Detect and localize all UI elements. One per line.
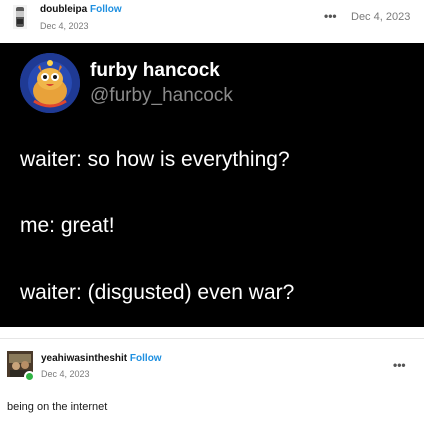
divider bbox=[0, 338, 424, 339]
furby-icon bbox=[20, 53, 80, 113]
can-avatar-image bbox=[13, 5, 27, 29]
post-header: doubleipa Follow Dec 4, 2023 ••• Dec 4, … bbox=[0, 0, 424, 43]
post-caption: being on the internet bbox=[7, 401, 108, 413]
post-header: yeahiwasintheshit Follow Dec 4, 2023 ••• bbox=[0, 345, 424, 385]
avatar[interactable] bbox=[13, 5, 27, 29]
tweet-author-handle: @furby_hancock bbox=[90, 85, 233, 106]
post-username[interactable]: doubleipa Follow bbox=[40, 4, 122, 15]
ellipsis-icon[interactable]: ••• bbox=[324, 10, 337, 22]
username-text[interactable]: doubleipa bbox=[40, 4, 87, 15]
tweet-line: waiter: (disgusted) even war? bbox=[20, 281, 295, 304]
post-date: Dec 4, 2023 bbox=[41, 369, 90, 379]
ellipsis-icon[interactable]: ••• bbox=[393, 359, 406, 371]
post-date: Dec 4, 2023 bbox=[40, 21, 89, 31]
username-text[interactable]: yeahiwasintheshit bbox=[41, 353, 127, 364]
tweet-author-name: furby hancock bbox=[90, 60, 220, 81]
right-date: Dec 4, 2023 bbox=[351, 11, 411, 23]
post-username[interactable]: yeahiwasintheshit Follow bbox=[41, 353, 162, 364]
furby-avatar bbox=[20, 53, 80, 113]
tweet-line: waiter: so how is everything? bbox=[20, 148, 290, 171]
tweet-line: me: great! bbox=[20, 214, 115, 237]
online-badge-icon bbox=[24, 371, 35, 382]
follow-button[interactable]: Follow bbox=[130, 353, 162, 364]
follow-button[interactable]: Follow bbox=[90, 4, 122, 15]
